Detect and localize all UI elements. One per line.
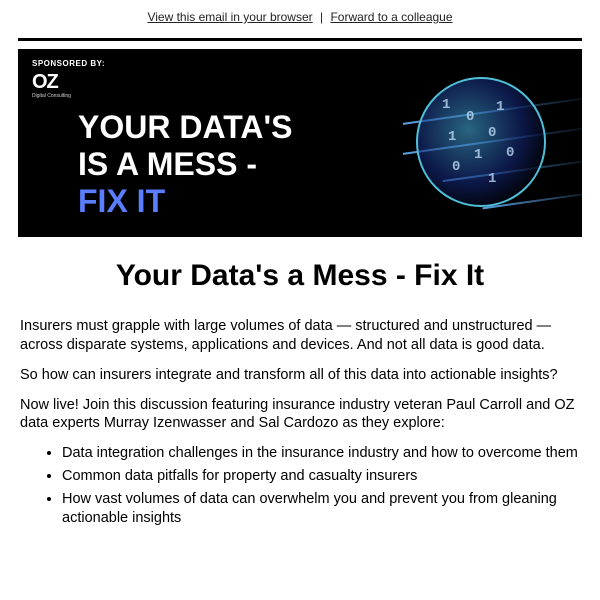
hero-banner: SPONSORED BY: OZ Digital Consulting YOUR… (18, 49, 582, 237)
banner-line-3: FIX IT (78, 183, 292, 220)
email-header-links: View this email in your browser | Forwar… (0, 0, 600, 34)
sponsor-logo-subtitle: Digital Consulting (32, 93, 71, 99)
banner-line-1: YOUR DATA'S (78, 109, 292, 146)
list-item: Common data pitfalls for property and ca… (62, 467, 580, 486)
list-item: How vast volumes of data can overwhelm y… (62, 490, 580, 528)
view-in-browser-link[interactable]: View this email in your browser (147, 10, 312, 24)
paragraph: Insurers must grapple with large volumes… (20, 317, 580, 355)
article-headline: Your Data's a Mess - Fix It (18, 259, 582, 293)
paragraph: Now live! Join this discussion featuring… (20, 396, 580, 434)
forward-link[interactable]: Forward to a colleague (330, 10, 452, 24)
link-separator: | (320, 10, 323, 24)
data-globe-icon: 1 0 1 0 1 0 1 1 0 (416, 77, 546, 207)
banner-headline: YOUR DATA'S IS A MESS - FIX IT (78, 109, 292, 219)
banner-line-2: IS A MESS - (78, 146, 292, 183)
horizontal-divider (18, 38, 582, 41)
bullet-list: Data integration challenges in the insur… (62, 444, 580, 527)
paragraph: So how can insurers integrate and transf… (20, 366, 580, 385)
list-item: Data integration challenges in the insur… (62, 444, 580, 463)
sponsor-logo: OZ (32, 71, 58, 94)
sponsor-label: SPONSORED BY: (32, 59, 105, 68)
article-body: Insurers must grapple with large volumes… (20, 317, 580, 528)
